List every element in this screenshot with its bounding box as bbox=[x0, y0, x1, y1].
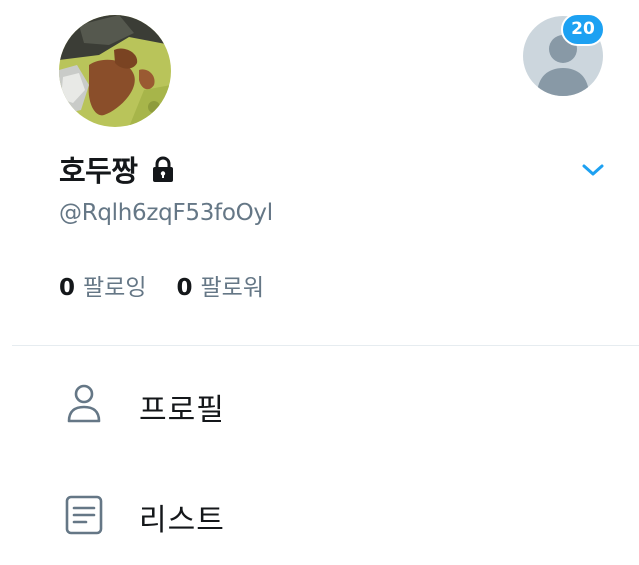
profile-avatar[interactable] bbox=[59, 15, 171, 127]
menu-item-label: 리스트 bbox=[139, 503, 225, 538]
follow-stats: 0 팔로잉 0 팔로워 bbox=[59, 268, 264, 302]
menu-item-profile[interactable]: 프로필 bbox=[0, 355, 639, 455]
followers-stat[interactable]: 0 팔로워 bbox=[177, 268, 265, 302]
lock-icon bbox=[148, 154, 178, 184]
divider bbox=[12, 345, 639, 346]
avatar-photo bbox=[59, 15, 171, 127]
account-switcher[interactable]: 20 bbox=[523, 13, 605, 96]
notification-badge: 20 bbox=[561, 13, 605, 46]
following-stat[interactable]: 0 팔로잉 bbox=[59, 268, 147, 302]
display-name-row: 호두짱 bbox=[59, 147, 178, 191]
user-handle: @Rqlh6zqF53foOyl bbox=[59, 200, 273, 226]
followers-count: 0 bbox=[176, 275, 193, 301]
followers-label: 팔로워 bbox=[200, 275, 264, 301]
person-icon bbox=[62, 381, 106, 425]
chevron-down-icon[interactable] bbox=[578, 158, 608, 182]
following-label: 팔로잉 bbox=[83, 275, 147, 301]
list-icon bbox=[62, 493, 106, 537]
menu-item-lists[interactable]: 리스트 bbox=[0, 465, 639, 565]
menu-item-label: 프로필 bbox=[139, 393, 225, 428]
display-name: 호두짱 bbox=[59, 154, 138, 188]
following-count: 0 bbox=[59, 275, 76, 301]
